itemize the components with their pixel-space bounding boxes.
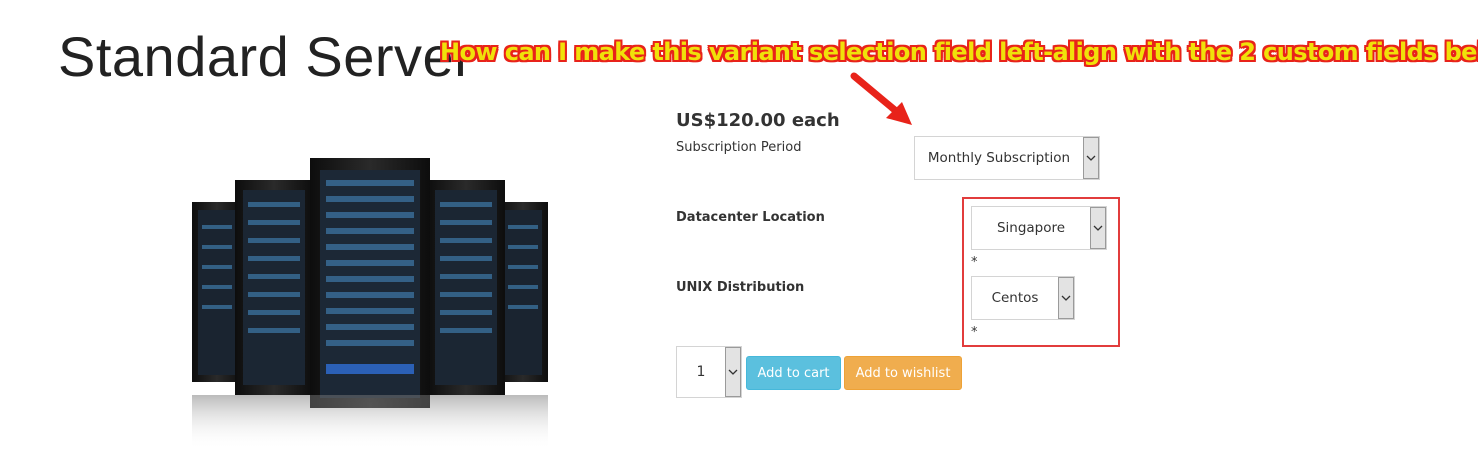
subscription-period-value: Monthly Subscription <box>927 150 1071 166</box>
quantity-select[interactable]: 1 <box>676 346 742 398</box>
quantity-value: 1 <box>696 364 706 380</box>
datacenter-location-label: Datacenter Location <box>676 210 825 225</box>
subscription-period-label: Subscription Period <box>676 140 802 155</box>
chevron-down-icon[interactable] <box>725 347 741 397</box>
chevron-down-icon[interactable] <box>1083 137 1099 179</box>
annotation-highlight-box <box>962 197 1120 347</box>
annotation-arrow-icon <box>850 72 912 125</box>
annotation-text: How can I make this variant selection fi… <box>440 38 1478 66</box>
add-to-cart-button[interactable]: Add to cart <box>746 356 841 390</box>
server-rack-image <box>192 158 548 450</box>
unix-distribution-label: UNIX Distribution <box>676 280 805 295</box>
page-title: Standard Server <box>58 25 474 88</box>
subscription-period-select[interactable]: Monthly Subscription <box>914 136 1100 180</box>
add-to-wishlist-button[interactable]: Add to wishlist <box>844 356 962 390</box>
product-price: US$120.00 each <box>676 110 840 131</box>
